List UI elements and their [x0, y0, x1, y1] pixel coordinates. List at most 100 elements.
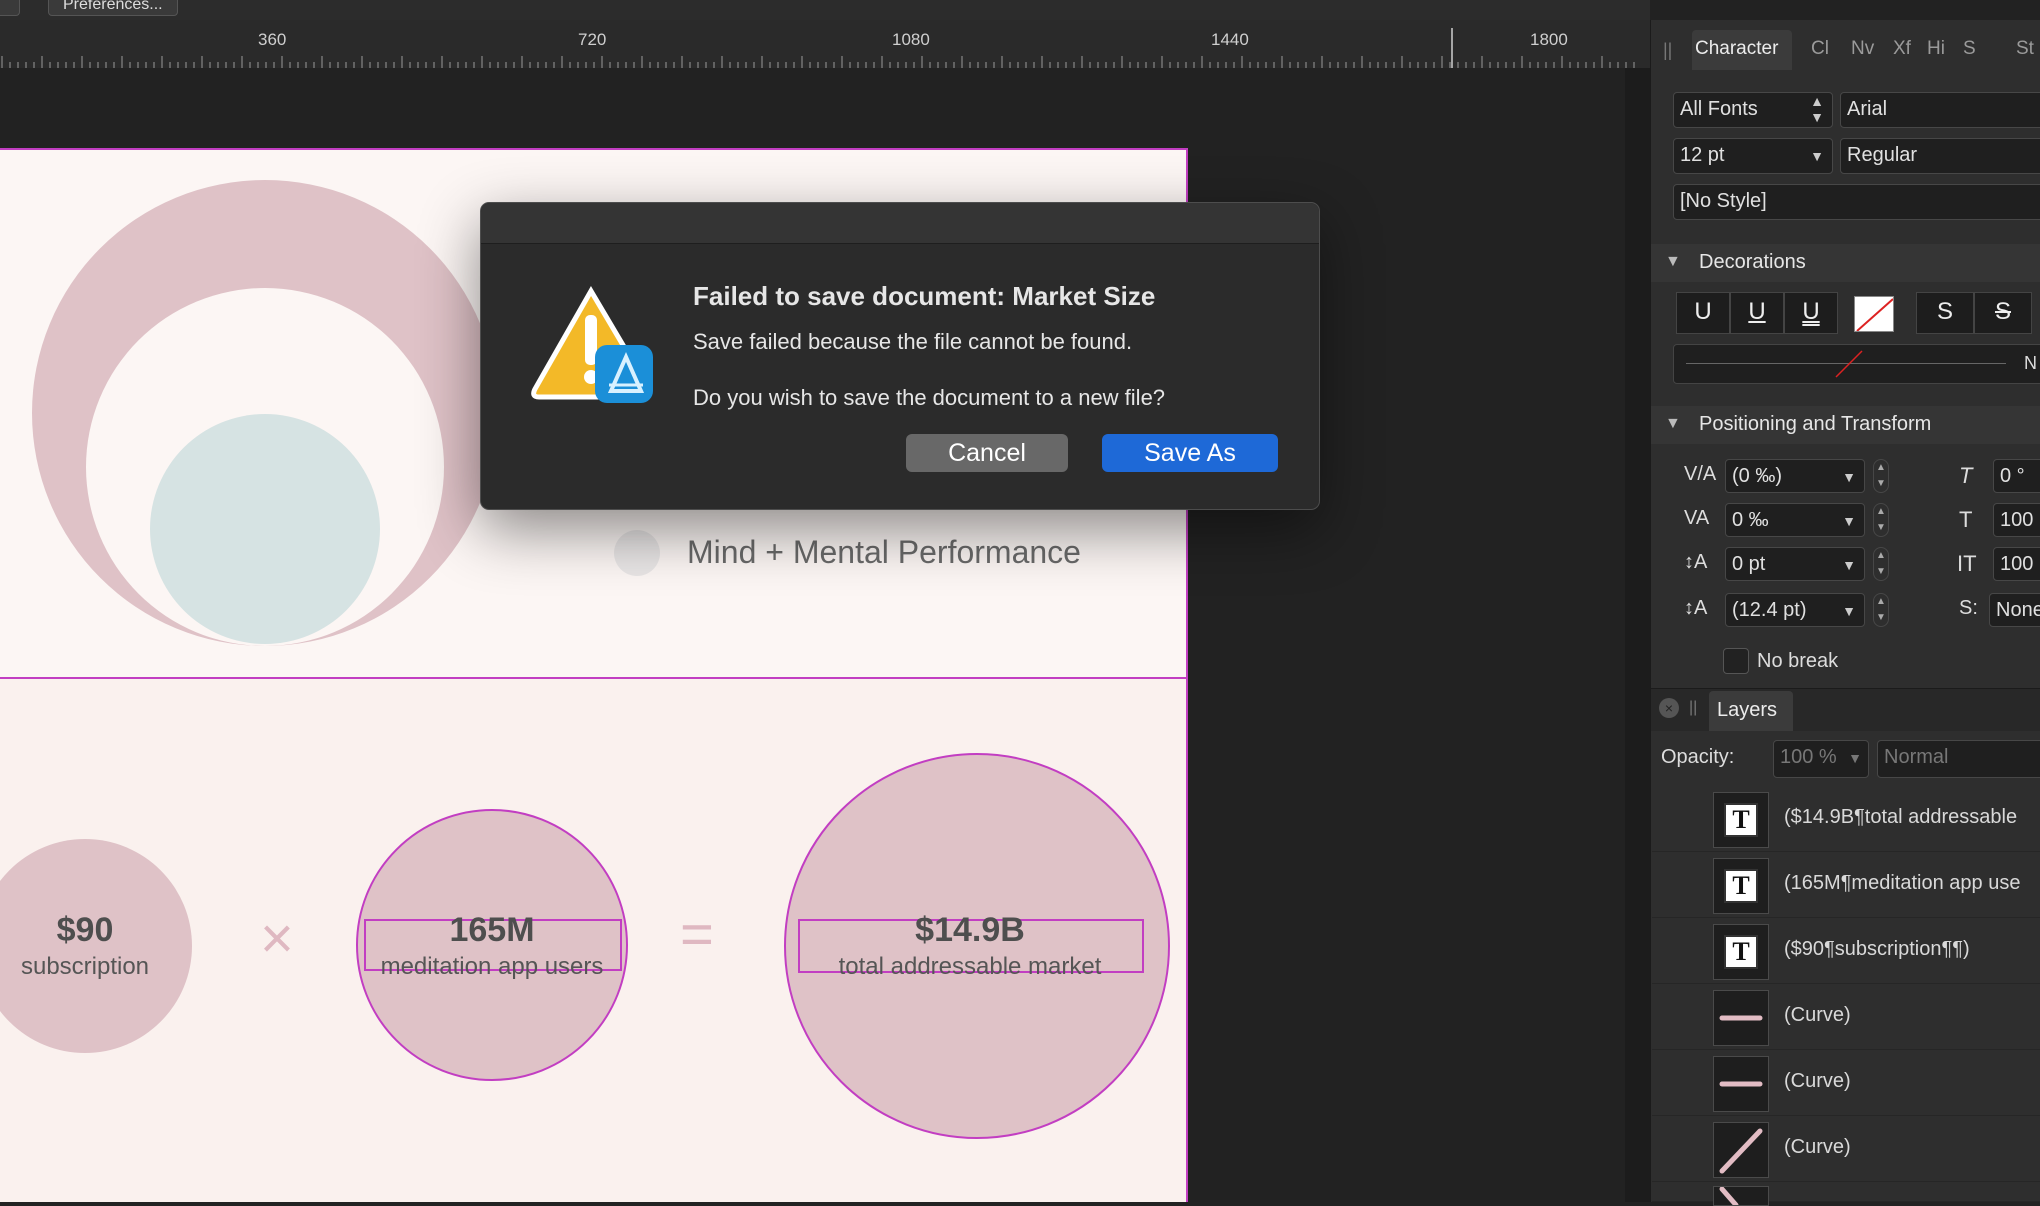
blend-mode-field[interactable]: Normal	[1877, 740, 2040, 778]
layer-row[interactable]: (Curve)	[1652, 984, 2040, 1050]
dialog-question: Do you wish to save the document to a ne…	[693, 385, 1166, 410]
leading-field[interactable]: (12.4 pt) ▼	[1725, 593, 1865, 627]
dialog-message: Save failed because the file cannot be f…	[693, 329, 1133, 354]
artboard-bottom[interactable]: $90 subscription × 165M meditation app u…	[0, 677, 1188, 1202]
panel-grip-icon[interactable]: ||	[1689, 699, 1697, 717]
vertical-scale-field[interactable]: 100	[1993, 547, 2040, 581]
close-panel-icon[interactable]: ×	[1659, 698, 1679, 718]
tracking-stepper[interactable]: ▲ ▼	[1873, 503, 1889, 537]
layer-thumbnail: T	[1713, 858, 1769, 914]
chevron-down-icon[interactable]: ▼	[1842, 595, 1856, 627]
save-failed-dialog: Failed to save document: Market Size Sav…	[480, 202, 1320, 510]
stepper-arrows-icon: ▲ ▼	[1810, 93, 1824, 125]
shear-field[interactable]: 0 °	[1993, 459, 2040, 493]
text-layer-icon: T	[1724, 935, 1758, 969]
no-break-label: No break	[1757, 650, 1839, 672]
leading-stepper[interactable]: ▲ ▼	[1873, 593, 1889, 627]
layers-tabbar: × || Layers	[1651, 688, 2040, 731]
baseline-stepper[interactable]: ▲ ▼	[1873, 547, 1889, 581]
tracking-field[interactable]: 0 ‰ ▼	[1725, 503, 1865, 537]
save-as-button[interactable]: Save As	[1102, 434, 1278, 472]
panel-grip-icon[interactable]: ||	[1663, 40, 1672, 61]
multiply-sign: ×	[260, 906, 294, 971]
opacity-field[interactable]: 100 % ▼	[1773, 740, 1869, 778]
underline-double-button[interactable]: U	[1784, 292, 1838, 334]
ruler-ticks	[1, 28, 1635, 68]
market-label: total addressable market	[838, 953, 1102, 980]
decorations-title: Decorations	[1699, 251, 1806, 273]
strikethrough-single-button[interactable]: S	[1974, 292, 2032, 334]
font-size-field[interactable]: 12 pt ▼	[1673, 138, 1833, 174]
layer-row[interactable]: (Curve)	[1652, 1116, 2040, 1182]
layer-name: (Curve)	[1784, 1004, 1851, 1026]
baseline-field[interactable]: 0 pt ▼	[1725, 547, 1865, 581]
font-collection-select[interactable]: All Fonts ▲ ▼	[1673, 92, 1833, 128]
font-size-value: 12 pt	[1680, 144, 1725, 166]
font-style-field[interactable]: Regular	[1840, 138, 2040, 174]
kerning-field[interactable]: (0 ‰) ▼	[1725, 459, 1865, 493]
chevron-down-icon[interactable]: ▼	[1810, 140, 1824, 172]
horizontal-scale-field[interactable]: 100	[1993, 503, 2040, 537]
tab-nv[interactable]: Nv	[1851, 38, 1874, 60]
layer-name: (165M¶meditation app use	[1784, 872, 2021, 894]
curve-horizontal-icon	[1719, 1081, 1763, 1087]
no-break-checkbox[interactable]	[1723, 648, 1749, 674]
layer-thumbnail: T	[1713, 924, 1769, 980]
tab-st[interactable]: St	[2016, 38, 2034, 60]
underline-single-button[interactable]: U	[1730, 292, 1784, 334]
line-style-field[interactable]: N	[1673, 344, 2040, 384]
toolbar-button-partial[interactable]	[0, 0, 20, 16]
chevron-down-icon[interactable]: ▼	[1842, 461, 1856, 493]
horizontal-scale-icon: T	[1959, 507, 1973, 532]
dialog-titlebar[interactable]	[481, 203, 1319, 244]
leading-icon: ↕A	[1684, 597, 1708, 619]
ruler-label-720: 720	[578, 30, 607, 49]
curve-horizontal-icon	[1719, 1015, 1763, 1021]
dialog-title: Failed to save document: Market Size	[693, 281, 1156, 311]
kerning-value: (0 ‰)	[1732, 465, 1782, 487]
horizontal-ruler: 360 720 1080 1440 1800	[0, 20, 1650, 69]
layer-row[interactable]: T ($90¶subscription¶¶)	[1652, 918, 2040, 984]
layer-thumbnail: T	[1713, 792, 1769, 848]
chevron-down-icon[interactable]: ▼	[1848, 742, 1862, 774]
underline-color-swatch[interactable]	[1854, 296, 1894, 332]
tab-layers[interactable]: Layers	[1717, 699, 1777, 722]
tracking-value: 0 ‰	[1732, 509, 1769, 531]
tab-character[interactable]: Character	[1695, 38, 1778, 60]
layer-row[interactable]: T (165M¶meditation app use	[1652, 852, 2040, 918]
tab-xf[interactable]: Xf	[1893, 38, 1911, 60]
tab-hi[interactable]: Hi	[1927, 38, 1945, 60]
legend-label: Mind + Mental Performance	[687, 534, 1081, 570]
panel-splitter[interactable]	[1625, 68, 1650, 1202]
layer-row[interactable]: (Curve)	[1652, 1050, 2040, 1116]
preferences-button[interactable]: Preferences...	[48, 0, 178, 16]
positioning-header[interactable]: ▼ Positioning and Transform	[1651, 406, 2040, 444]
equals-sign: =	[680, 902, 714, 967]
font-family-field[interactable]: Arial	[1840, 92, 2040, 128]
strikethrough-button[interactable]: S	[1916, 292, 1974, 334]
decorations-header[interactable]: ▼ Decorations	[1651, 244, 2040, 282]
tab-s[interactable]: S	[1963, 38, 1976, 60]
kerning-stepper[interactable]: ▲ ▼	[1873, 459, 1889, 493]
font-collection-value: All Fonts	[1680, 98, 1758, 120]
ruler-label-1440: 1440	[1211, 30, 1249, 49]
chevron-down-icon[interactable]: ▼	[1842, 549, 1856, 581]
chevron-down-icon[interactable]: ▼	[1842, 505, 1856, 537]
layer-name: ($14.9B¶total addressable	[1784, 806, 2018, 828]
layer-name: (Curve)	[1784, 1070, 1851, 1092]
layer-thumbnail	[1713, 1122, 1769, 1178]
tab-cl[interactable]: Cl	[1811, 38, 1829, 60]
inner-mint-circle[interactable]	[150, 414, 380, 644]
layer-row[interactable]: T ($14.9B¶total addressable	[1652, 786, 2040, 852]
paragraph-style-field[interactable]: [No Style]	[1673, 184, 2040, 220]
no-line-icon	[1835, 350, 1863, 378]
script-style-field[interactable]: None	[1989, 593, 2040, 627]
underline-button[interactable]: U	[1676, 292, 1730, 334]
layer-thumbnail	[1713, 990, 1769, 1046]
cancel-button[interactable]: Cancel	[906, 434, 1068, 472]
no-color-icon	[1856, 298, 1893, 331]
layer-row-partial[interactable]	[1652, 1182, 2040, 1206]
top-toolbar: Preferences...	[0, 0, 1650, 20]
collapse-triangle-icon: ▼	[1665, 415, 1681, 432]
subscription-value: $90	[56, 911, 114, 949]
